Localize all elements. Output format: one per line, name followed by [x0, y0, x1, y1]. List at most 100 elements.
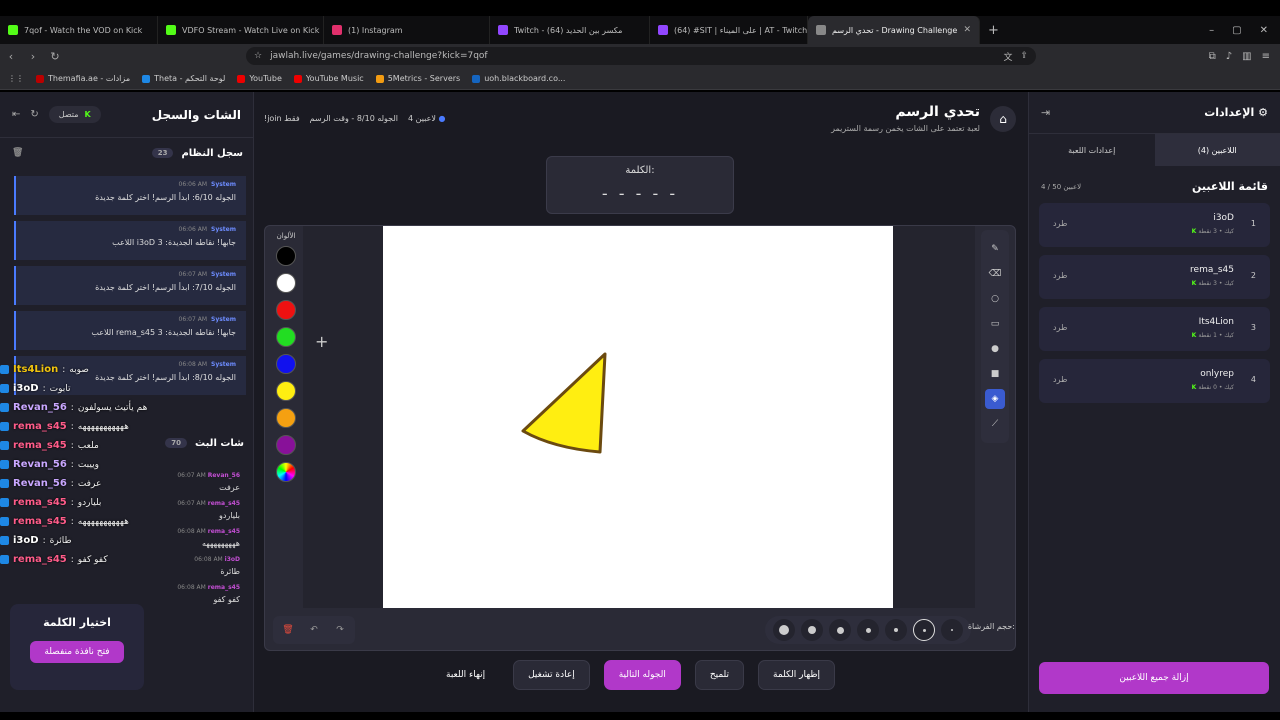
- brush-dot-icon: [894, 628, 898, 632]
- end-game-button[interactable]: إنهاء اللعبة: [432, 661, 499, 689]
- color-swatch[interactable]: [276, 273, 296, 293]
- new-tab-icon[interactable]: +: [980, 23, 1007, 38]
- bookmark-item[interactable]: uoh.blackboard.co...: [472, 74, 565, 83]
- status-label: متصل: [58, 110, 79, 119]
- next-round-button[interactable]: الجوله التالية: [603, 660, 681, 690]
- brush-size-option[interactable]: [885, 619, 907, 641]
- reload-icon[interactable]: ↻: [44, 50, 66, 63]
- brush-size-option[interactable]: [773, 619, 795, 641]
- message-time: 06:06 AM: [178, 226, 207, 233]
- overlay-text: صوبه: [69, 364, 89, 375]
- brush-size-option[interactable]: [857, 619, 879, 641]
- kick-player-button[interactable]: طرد: [1053, 219, 1067, 228]
- brush-size-option[interactable]: [941, 619, 963, 641]
- brush-size-option[interactable]: [913, 619, 935, 641]
- circle-icon[interactable]: ○: [985, 289, 1005, 309]
- translate-icon[interactable]: 文: [1003, 50, 1012, 63]
- color-swatch[interactable]: [276, 300, 296, 320]
- bookmark-item[interactable]: Theta - لوحة التحكم: [142, 74, 225, 83]
- game-actions: إنهاء اللعبة إعادة تشغيل الجوله التالية …: [432, 660, 836, 690]
- hint-button[interactable]: تلميح: [694, 660, 745, 690]
- bookmark-item[interactable]: 5Metrics - Servers: [375, 74, 460, 83]
- drawing-canvas[interactable]: [383, 226, 893, 608]
- apps-icon[interactable]: ⋮⋮: [8, 74, 24, 83]
- browser-tab[interactable]: تحدي الرسم - Drawing Challenge ✕: [808, 16, 980, 44]
- tab-title: Twitch - مكسر بين الحديد (64): [514, 25, 623, 35]
- expand-icon[interactable]: ⇥: [1041, 106, 1050, 119]
- brush-size-option[interactable]: [801, 619, 823, 641]
- chat-count: 70: [165, 438, 188, 448]
- color-swatch[interactable]: [276, 435, 296, 455]
- redo-icon[interactable]: ↷: [329, 620, 351, 640]
- message-meta: 06:07 AM System: [26, 316, 236, 323]
- music-icon[interactable]: ♪: [1226, 51, 1232, 62]
- filled-circle-icon[interactable]: ●: [985, 339, 1005, 359]
- kick-player-button[interactable]: طرد: [1053, 375, 1067, 384]
- maximize-icon[interactable]: ▢: [1232, 25, 1241, 36]
- kick-player-button[interactable]: طرد: [1053, 271, 1067, 280]
- bookmark-item[interactable]: YouTube: [237, 74, 282, 83]
- tab-game-settings[interactable]: إعدادات اللعبة: [1029, 134, 1155, 166]
- restart-button[interactable]: إعادة تشغيل: [513, 660, 590, 690]
- undo-icon[interactable]: ↶: [303, 620, 325, 640]
- browser-tab[interactable]: 7qof - Watch the VOD on Kick: [0, 16, 158, 44]
- clear-canvas-icon[interactable]: 🗑: [277, 620, 299, 640]
- menu-icon[interactable]: ≡: [1262, 51, 1270, 62]
- color-swatch[interactable]: [276, 354, 296, 374]
- overlay-text: هههههههههههه: [77, 421, 129, 432]
- overlay-user: Revan_56: [13, 459, 67, 470]
- color-swatch[interactable]: [276, 327, 296, 347]
- bookmark-icon[interactable]: ☆: [254, 51, 262, 61]
- overlay-separator: :: [70, 554, 74, 565]
- sidebar-icon[interactable]: ▥: [1242, 51, 1251, 62]
- reveal-word-button[interactable]: إظهار الكلمة: [758, 660, 836, 690]
- browser-tab[interactable]: (64) #SIT | على الميناء | AT - Twitch: [650, 16, 808, 44]
- message-time: 06:08 AM: [177, 528, 206, 535]
- color-swatch[interactable]: [276, 381, 296, 401]
- tab-title: (64) #SIT | على الميناء | AT - Twitch: [674, 25, 808, 35]
- close-window-icon[interactable]: ✕: [1260, 25, 1268, 36]
- color-swatch[interactable]: [276, 246, 296, 266]
- rectangle-icon[interactable]: ▭: [985, 314, 1005, 334]
- system-log-header[interactable]: 🗑 23 سجل النظام: [0, 138, 253, 168]
- line-icon[interactable]: ⟋: [985, 414, 1005, 434]
- browser-tab-bar: 7qof - Watch the VOD on Kick VDFO Stream …: [0, 16, 1280, 44]
- address-bar[interactable]: ☆ jawlah.live/games/drawing-challenge?ki…: [246, 47, 1036, 65]
- overlay-text: وييبت: [77, 459, 99, 470]
- collapse-icon[interactable]: ⇤: [12, 109, 20, 120]
- extension-icon[interactable]: ⧉: [1209, 51, 1216, 62]
- browser-tab[interactable]: Twitch - مكسر بين الحديد (64): [490, 16, 650, 44]
- minimize-icon[interactable]: –: [1209, 25, 1214, 36]
- clear-players-button[interactable]: إزالة جميع اللاعبين: [1039, 662, 1269, 694]
- forward-icon[interactable]: ›: [22, 50, 44, 63]
- bookmark-item[interactable]: YouTube Music: [293, 74, 364, 83]
- bookmark-item[interactable]: Themafia.ae - مزادات: [36, 74, 130, 83]
- brush-size-option[interactable]: [829, 619, 851, 641]
- refresh-icon[interactable]: ↻: [30, 109, 38, 120]
- close-icon[interactable]: ✕: [963, 25, 971, 35]
- tab-players[interactable]: اللاعبين (4): [1154, 134, 1280, 166]
- home-button[interactable]: ⌂: [990, 106, 1016, 132]
- game-subtitle: لعبة تعتمد على الشات يخمن رسمة الستريمر: [831, 124, 980, 133]
- open-window-button[interactable]: فتح نافذة منفصلة: [30, 641, 124, 663]
- overlay-chat-line: i3oD: تابوت: [0, 379, 160, 398]
- back-icon[interactable]: ‹: [0, 50, 22, 63]
- brush-dot-icon: [951, 629, 953, 631]
- message-user: rema_s45: [207, 584, 240, 591]
- overlay-text: هم يأتيث يسولفون: [77, 402, 148, 413]
- trash-icon[interactable]: 🗑: [12, 148, 23, 158]
- color-picker-icon[interactable]: [276, 462, 296, 482]
- color-swatch[interactable]: [276, 408, 296, 428]
- kick-player-button[interactable]: طرد: [1053, 323, 1067, 332]
- browser-tab[interactable]: (1) Instagram: [324, 16, 490, 44]
- share-icon[interactable]: ⇪: [1020, 51, 1028, 61]
- pencil-icon[interactable]: ✎: [985, 239, 1005, 259]
- filled-rectangle-icon[interactable]: ■: [985, 364, 1005, 384]
- overlay-user: rema_s45: [13, 516, 67, 527]
- fill-bucket-icon[interactable]: ◈: [985, 389, 1005, 409]
- eraser-icon[interactable]: ⌫: [985, 264, 1005, 284]
- message-text: كفو كفو: [213, 595, 240, 604]
- message-time: 06:07 AM: [178, 316, 207, 323]
- bookmark-label: uoh.blackboard.co...: [484, 74, 566, 83]
- browser-tab[interactable]: VDFO Stream - Watch Live on Kick: [158, 16, 324, 44]
